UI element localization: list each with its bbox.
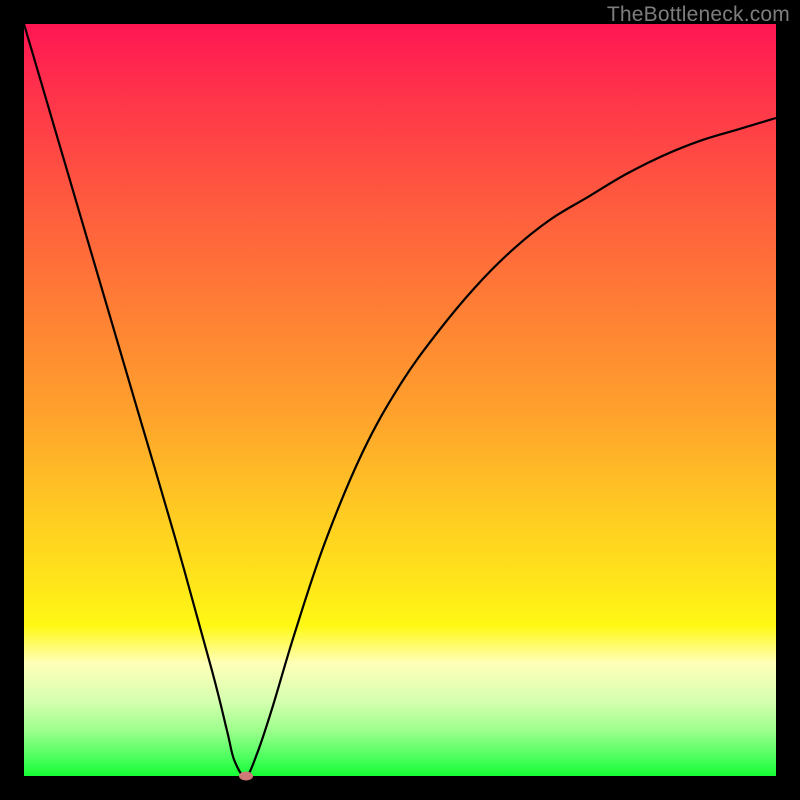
minimum-marker — [239, 772, 253, 781]
bottleneck-curve — [24, 24, 776, 776]
chart-frame: TheBottleneck.com — [0, 0, 800, 800]
curve-path — [24, 24, 776, 776]
plot-area — [24, 24, 776, 776]
